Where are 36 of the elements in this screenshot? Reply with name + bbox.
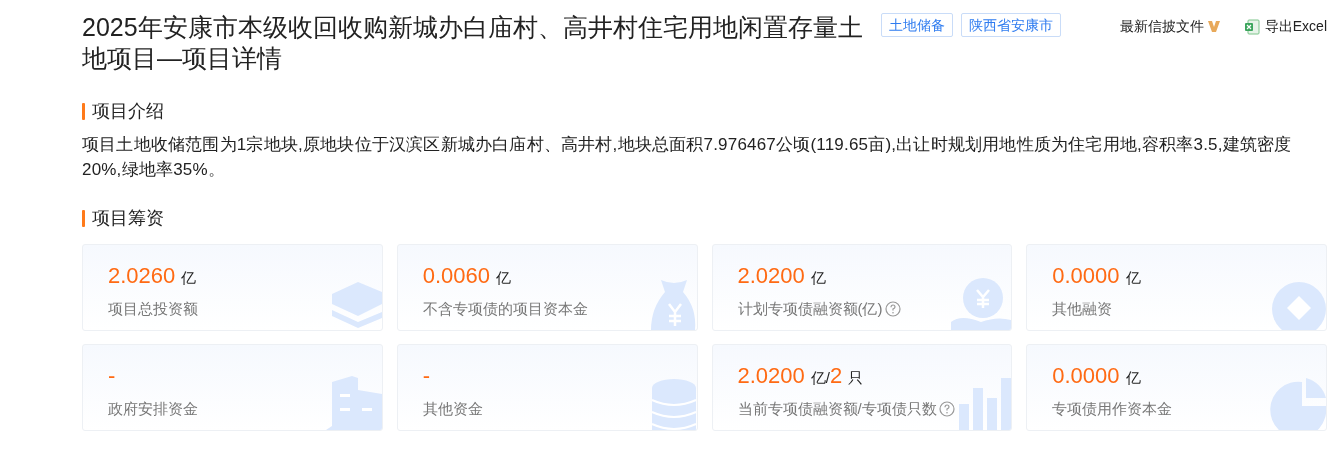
help-icon[interactable] (884, 301, 901, 318)
tag: 土地储备 (881, 13, 953, 37)
tag: 陕西省安康市 (961, 13, 1061, 37)
stat-label: 计划专项债融资额(亿) (737, 299, 883, 319)
stat-value: 0.0000 亿 (1052, 262, 1142, 290)
coin-hand-icon (951, 278, 1012, 330)
bar-chart-icon (959, 378, 1012, 430)
stat-value: 2.0200 亿/2 只 (737, 362, 865, 390)
stat-label: 其他资金 (422, 399, 483, 419)
stat-label: 其他融资 (1052, 299, 1113, 319)
stat-value: 0.0000 亿 (1052, 362, 1142, 390)
dropdown-button[interactable]: 最新信披文件 (1119, 16, 1220, 37)
section-heading: 项目介绍 (92, 100, 164, 123)
stat-label: 当前专项债融资额/专项债只数 (737, 399, 937, 419)
stat-label: 不含专项债的项目资本金 (422, 299, 588, 319)
stat-label: 政府安排资金 (108, 399, 198, 419)
spreadsheet-icon (1243, 18, 1260, 35)
help-icon[interactable] (938, 401, 955, 418)
pie-chart-icon (1270, 378, 1326, 430)
money-bag-icon (650, 278, 697, 330)
stat-value: 2.0260 亿 (108, 262, 198, 290)
coin-stack-icon (650, 378, 697, 430)
intro-text: 项目土地收储范围为1宗地块,原地块位于汉滨区新城办白庙村、高井村,地块总面积7.976467公顷(119.65亩),出让时规划用地性质为住宅用地,容积率3.5,建筑密度20%,绿地率35%。 (82, 134, 1293, 181)
stat-value: - (422, 362, 432, 390)
stat-value: 0.0060 亿 (422, 262, 513, 290)
coin-icon (1272, 282, 1326, 330)
chevron-down-icon (1207, 21, 1220, 32)
stat-label: 专项债用作资本金 (1052, 399, 1173, 419)
stat-value: 2.0200 亿 (737, 262, 827, 290)
section-heading: 项目筹资 (92, 207, 164, 230)
page-title: 2025年安康市本级收回收购新城办白庙村、高井村住宅用地闲置存量土地项目—项目详情 (82, 12, 864, 74)
stat-label: 项目总投资额 (108, 299, 198, 319)
building-icon (325, 376, 382, 430)
export-excel-button[interactable]: 导出Excel (1243, 16, 1327, 37)
stat-value: - (108, 362, 117, 390)
layers-icon (331, 280, 382, 330)
